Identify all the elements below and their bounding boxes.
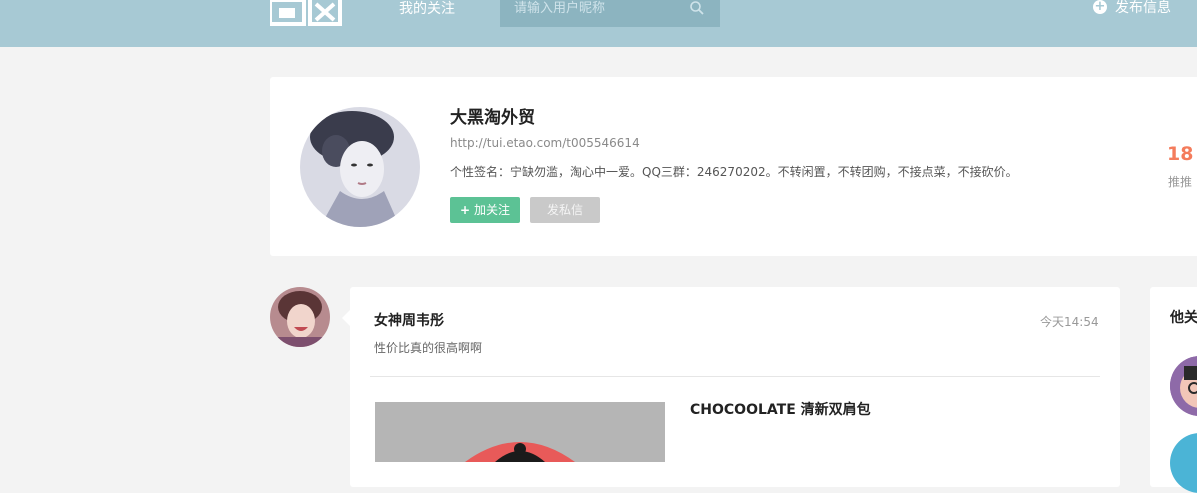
search-icon[interactable] [689, 0, 705, 16]
user-search-box [500, 0, 720, 27]
sidebar-title: 他关 [1170, 310, 1197, 326]
profile-url-link[interactable]: http://tui.etao.com/t005546614 [450, 136, 640, 150]
nav-my-follows-link[interactable]: 我的关注 [399, 0, 455, 18]
post-divider [370, 376, 1100, 377]
product-title-link[interactable]: CHOCOOLATE 清新双肩包 [690, 399, 871, 419]
publish-label: 发布信息 [1115, 0, 1171, 16]
site-logo[interactable] [270, 0, 342, 26]
post-pointer-arrow [342, 310, 350, 326]
send-message-button[interactable]: 发私信 [530, 197, 600, 223]
plus-icon: + [459, 203, 471, 217]
post-author-name[interactable]: 女神周韦彤 [374, 310, 444, 330]
profile-name: 大黑淘外贸 [450, 108, 535, 128]
profile-avatar[interactable] [300, 107, 420, 227]
profile-signature: 个性签名：宁缺勿滥，淘心中一爱。QQ三群：246270202。不转闲置，不转团购… [450, 165, 1018, 179]
follow-button[interactable]: + 加关注 [450, 197, 520, 223]
search-input[interactable] [514, 0, 684, 16]
post-author-avatar[interactable] [270, 287, 330, 347]
post-timestamp: 今天14:54 [1040, 315, 1099, 329]
follow-button-label: 加关注 [474, 203, 511, 217]
stat-count[interactable]: 18 [1167, 143, 1193, 165]
stat-label: 推推 [1168, 175, 1193, 189]
product-image[interactable] [375, 402, 665, 462]
post-text: 性价比真的很高啊啊 [374, 341, 483, 355]
publish-button[interactable]: + 发布信息 [1093, 0, 1171, 16]
plus-circle-icon: + [1093, 0, 1107, 14]
